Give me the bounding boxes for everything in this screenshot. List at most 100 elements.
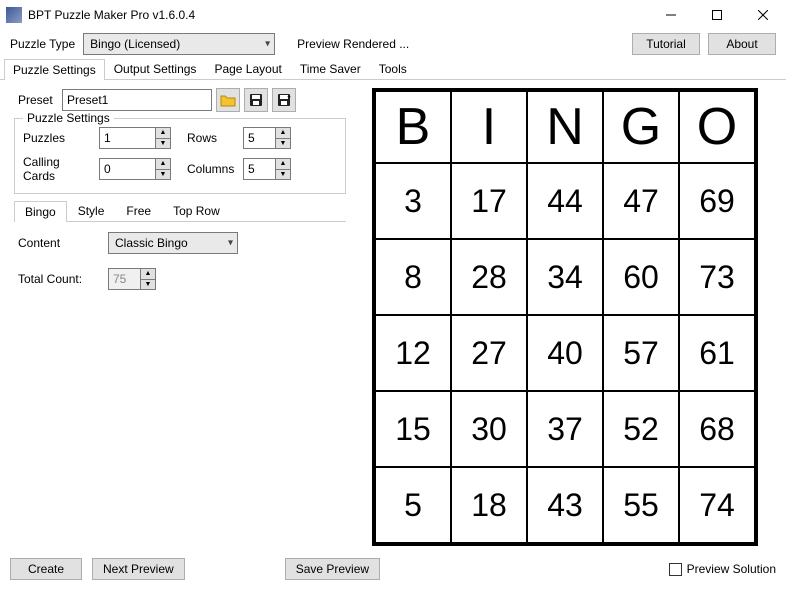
preview-panel: B I N G O 3 17 44 47 69 8 28 34 60 [354, 84, 776, 552]
bingo-cell: 60 [603, 239, 679, 315]
spin-down-icon[interactable]: ▼ [276, 170, 290, 180]
spin-up-icon[interactable]: ▲ [156, 128, 170, 139]
spin-up-icon[interactable]: ▲ [276, 128, 290, 139]
bingo-cell: 34 [527, 239, 603, 315]
bingo-cell: 12 [375, 315, 451, 391]
spin-down-icon: ▼ [141, 280, 155, 290]
subtab-content: Content Classic Bingo ▾ Total Count: ▲▼ [10, 222, 350, 314]
total-count-input [108, 268, 140, 290]
open-preset-button[interactable] [216, 88, 240, 112]
save-as-icon: + [277, 93, 291, 107]
create-button[interactable]: Create [10, 558, 82, 580]
checkbox-box-icon [669, 563, 682, 576]
bottom-bar: Create Next Preview Save Preview Preview… [0, 552, 786, 586]
minimize-icon [666, 10, 676, 20]
bingo-cell: 5 [375, 467, 451, 543]
bingo-cell: 55 [603, 467, 679, 543]
bingo-cell: 40 [527, 315, 603, 391]
about-button[interactable]: About [708, 33, 776, 55]
tab-time-saver[interactable]: Time Saver [291, 58, 370, 79]
bingo-cell: 69 [679, 163, 755, 239]
bingo-row: 8 28 34 60 73 [375, 239, 755, 315]
bingo-row: 3 17 44 47 69 [375, 163, 755, 239]
bingo-row: 5 18 43 55 74 [375, 467, 755, 543]
chevron-down-icon: ▾ [265, 39, 270, 50]
columns-label: Columns [187, 162, 237, 176]
puzzle-type-label: Puzzle Type [10, 37, 75, 51]
puzzle-settings-group: Puzzle Settings Puzzles ▲▼ Rows ▲▼ Calli… [14, 118, 346, 194]
columns-input[interactable] [243, 158, 275, 180]
puzzle-type-value: Bingo (Licensed) [90, 37, 180, 51]
content-value: Classic Bingo [115, 236, 188, 250]
bingo-cell: 37 [527, 391, 603, 467]
subtab-style[interactable]: Style [67, 200, 116, 221]
bingo-header-cell: O [679, 91, 755, 163]
puzzles-label: Puzzles [23, 131, 93, 145]
bingo-cell: 68 [679, 391, 755, 467]
puzzle-type-select[interactable]: Bingo (Licensed) ▾ [83, 33, 275, 55]
preview-solution-label: Preview Solution [687, 562, 776, 576]
top-toolbar: Puzzle Type Bingo (Licensed) ▾ Preview R… [0, 30, 786, 58]
bingo-cell: 18 [451, 467, 527, 543]
spin-down-icon[interactable]: ▼ [156, 170, 170, 180]
spin-up-icon: ▲ [141, 269, 155, 280]
bingo-cell: 43 [527, 467, 603, 543]
subtab-free[interactable]: Free [115, 200, 162, 221]
preview-solution-checkbox[interactable]: Preview Solution [669, 562, 776, 576]
calling-cards-spinner[interactable]: ▲▼ [99, 158, 171, 180]
bingo-row: 12 27 40 57 61 [375, 315, 755, 391]
spin-up-icon[interactable]: ▲ [156, 159, 170, 170]
save-preview-button[interactable]: Save Preview [285, 558, 380, 580]
bingo-cell: 73 [679, 239, 755, 315]
rows-spinner[interactable]: ▲▼ [243, 127, 291, 149]
preset-input[interactable] [62, 89, 212, 111]
spin-down-icon[interactable]: ▼ [156, 139, 170, 149]
content-select[interactable]: Classic Bingo ▾ [108, 232, 238, 254]
close-button[interactable] [740, 0, 786, 30]
rows-input[interactable] [243, 127, 275, 149]
bingo-cell: 57 [603, 315, 679, 391]
tab-puzzle-settings[interactable]: Puzzle Settings [4, 59, 105, 80]
bingo-cell: 52 [603, 391, 679, 467]
preset-label: Preset [18, 93, 58, 107]
tab-output-settings[interactable]: Output Settings [105, 58, 206, 79]
maximize-button[interactable] [694, 0, 740, 30]
spin-down-icon[interactable]: ▼ [276, 139, 290, 149]
save-as-preset-button[interactable]: + [272, 88, 296, 112]
bingo-header-cell: G [603, 91, 679, 163]
puzzles-input[interactable] [99, 127, 155, 149]
bingo-header-cell: N [527, 91, 603, 163]
minimize-button[interactable] [648, 0, 694, 30]
preview-status-label: Preview Rendered ... [297, 37, 409, 51]
puzzles-spinner[interactable]: ▲▼ [99, 127, 171, 149]
title-bar: BPT Puzzle Maker Pro v1.6.0.4 [0, 0, 786, 30]
next-preview-button[interactable]: Next Preview [92, 558, 185, 580]
bingo-cell: 44 [527, 163, 603, 239]
total-count-label: Total Count: [18, 272, 98, 286]
main-area: Preset + Puzzle Settings Puzzles ▲▼ Rows [0, 80, 786, 552]
bingo-header-cell: I [451, 91, 527, 163]
bingo-header-row: B I N G O [375, 91, 755, 163]
save-preset-button[interactable] [244, 88, 268, 112]
close-icon [758, 10, 768, 20]
maximize-icon [712, 10, 722, 20]
subtab-top-row[interactable]: Top Row [162, 200, 231, 221]
bingo-cell: 8 [375, 239, 451, 315]
bingo-cell: 3 [375, 163, 451, 239]
chevron-down-icon: ▾ [228, 238, 233, 249]
subtab-bingo[interactable]: Bingo [14, 201, 67, 222]
columns-spinner[interactable]: ▲▼ [243, 158, 291, 180]
svg-text:+: + [287, 94, 291, 101]
calling-cards-input[interactable] [99, 158, 155, 180]
bingo-header-cell: B [375, 91, 451, 163]
bingo-cell: 27 [451, 315, 527, 391]
spin-up-icon[interactable]: ▲ [276, 159, 290, 170]
tutorial-button[interactable]: Tutorial [632, 33, 700, 55]
window-controls [648, 0, 786, 30]
bingo-cell: 47 [603, 163, 679, 239]
tab-tools[interactable]: Tools [370, 58, 416, 79]
folder-icon [220, 93, 236, 107]
tab-page-layout[interactable]: Page Layout [205, 58, 290, 79]
bingo-cell: 17 [451, 163, 527, 239]
total-count-spinner: ▲▼ [108, 268, 156, 290]
